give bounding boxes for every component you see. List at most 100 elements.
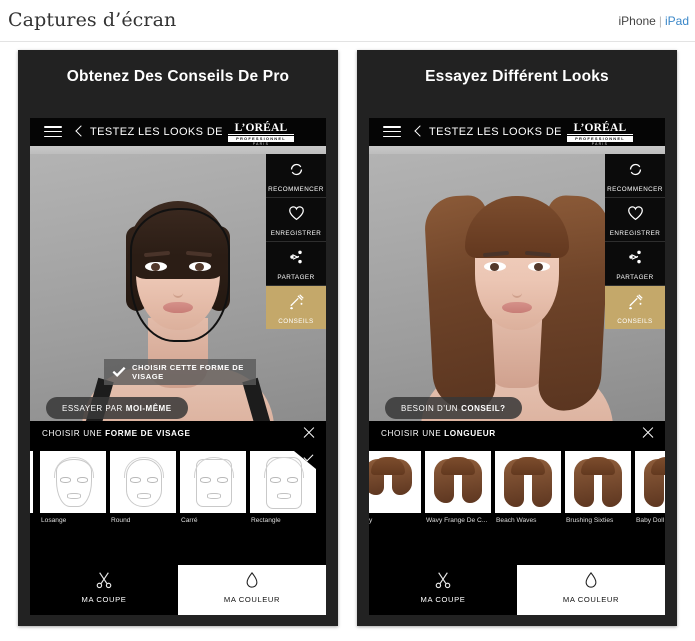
page-header: Captures d’écran iPhone | iPad [0,0,695,42]
device-option-iphone[interactable]: iPhone [618,14,655,28]
tab-ma-coupe[interactable]: MA COUPE [30,565,178,615]
hairstyle-thumb [635,451,665,513]
face-shape-thumb [180,451,246,513]
chevron-left-icon[interactable] [74,125,84,139]
model-eye-left [484,262,506,271]
side-action-conseils[interactable]: CONSEILS [266,286,326,329]
try-myself-button[interactable]: ESSAYER PAR MOI-MÊME [46,397,188,419]
refresh-icon [266,161,326,179]
list-item[interactable]: Carré [178,447,246,524]
selector-bar-1: CHOISIR UNE FORME DE VISAGE [30,421,326,448]
list-item-label: Wavy [369,517,373,524]
droplet-icon [178,569,326,593]
side-action-label: CONSEILS [278,318,314,325]
need-advice-strong: CONSEIL? [461,403,506,413]
try-myself-strong: MOI-MÊME [125,403,172,413]
side-action-label: PARTAGER [277,274,315,281]
share-icon [266,249,326,267]
droplet-icon [517,569,665,593]
device-separator: | [658,14,662,28]
heart-icon [266,205,326,223]
list-item-label: Wavy Frange De C... [426,517,488,524]
side-action-label: ENREGISTRER [270,230,322,237]
side-action-stack-2: RECOMMENCER ENREGISTRER PARTAGER CONSEIL… [605,154,665,329]
side-action-conseils[interactable]: CONSEILS [605,286,665,329]
scissors-icon [369,569,517,593]
loreal-logo: L’ORÉAL PROFESSIONNEL PARIS [567,122,633,147]
model-nose [512,276,522,298]
tab-label: MA COULEUR [562,595,620,604]
tab-ma-couleur[interactable]: MA COULEUR [178,565,326,615]
tab-ma-coupe[interactable]: MA COUPE [369,565,517,615]
tab-label: MA COUPE [81,595,127,604]
list-item-label: Carré [181,517,198,524]
need-advice-prefix: BESOIN D’UN [401,403,459,413]
list-item[interactable]: Beach Waves [493,447,561,524]
page-title: Captures d’écran [8,9,177,31]
carousel-track: Wavy Wavy Frange De C... Beach Waves Bru… [369,447,665,524]
model-eye-right [528,262,550,271]
app-bar: TESTEZ LES LOOKS DE L’ORÉAL PROFESSIONNE… [369,118,665,146]
chevron-left-icon[interactable] [413,125,423,139]
face-shape-thumb [40,451,106,513]
heart-icon [605,205,665,223]
magic-wand-icon [266,293,326,311]
face-shape-overlay [130,208,230,342]
selector-prefix: CHOISIR UNE [42,429,106,438]
tab-label: MA COULEUR [223,595,281,604]
side-action-enregistrer[interactable]: ENREGISTRER [605,198,665,242]
side-action-partager[interactable]: PARTAGER [266,242,326,286]
list-item-selected[interactable]: Rectangle [248,447,316,524]
model-viewport-2: RECOMMENCER ENREGISTRER PARTAGER CONSEIL… [369,146,665,421]
loreal-logo: L’ORÉAL PROFESSIONNEL PARIS [228,122,294,147]
list-item[interactable]: Wavy Frange De C... [423,447,491,524]
list-item[interactable]: Round [108,447,176,524]
hair-length-carousel[interactable]: Wavy Wavy Frange De C... Beach Waves Bru… [369,447,665,536]
hamburger-icon[interactable] [44,126,62,138]
bottom-tab-bar-1: MA COUPE MA COULEUR [30,555,326,615]
screenshots-row: Obtenez Des Conseils De Pro TESTEZ LES L… [0,41,695,641]
side-action-label: CONSEILS [617,318,653,325]
hairstyle-thumb [425,451,491,513]
list-item[interactable]: Wavy [369,447,421,524]
hairstyle-thumb [369,451,421,513]
need-advice-button[interactable]: BESOIN D’UN CONSEIL? [385,397,522,419]
selector-strong: LONGUEUR [444,429,496,438]
carousel-left-edge [30,451,33,513]
tab-ma-couleur[interactable]: MA COULEUR [517,565,665,615]
phone-screen-1: TESTEZ LES LOOKS DE L’ORÉAL PROFESSIONNE… [30,118,326,615]
hairstyle-thumb [495,451,561,513]
face-shape-carousel[interactable]: Losange Round Carré Rectangle [30,447,326,536]
list-item[interactable]: Losange [38,447,106,524]
list-item-label: Round [111,517,131,524]
side-action-stack-1: RECOMMENCER ENREGISTRER PARTAGER CONSEIL… [266,154,326,329]
model-viewport-1: RECOMMENCER ENREGISTRER PARTAGER CONSEIL… [30,146,326,421]
side-action-partager[interactable]: PARTAGER [605,242,665,286]
tab-label: MA COUPE [420,595,466,604]
list-item-label: Beach Waves [496,517,537,524]
close-icon[interactable] [641,426,655,440]
device-option-ipad[interactable]: iPad [665,14,689,28]
screenshot-card-1: Obtenez Des Conseils De Pro TESTEZ LES L… [18,50,338,626]
choose-face-shape-button[interactable]: CHOISIR CETTE FORME DE VISAGE [104,359,256,385]
side-action-enregistrer[interactable]: ENREGISTRER [266,198,326,242]
list-item[interactable]: Baby Doll Sauvage [633,447,665,524]
refresh-icon [605,161,665,179]
model-mouth [502,302,532,313]
selector-strong: FORME DE VISAGE [105,429,191,438]
loreal-brand-sub: PROFESSIONNEL [567,136,633,142]
selector-title: CHOISIR UNE FORME DE VISAGE [42,429,191,438]
face-shape-thumb [250,451,316,513]
list-item[interactable]: Brushing Sixties [563,447,631,524]
selector-title: CHOISIR UNE LONGUEUR [381,429,496,438]
choose-face-shape-label: CHOISIR CETTE FORME DE VISAGE [132,363,244,381]
side-action-recommencer[interactable]: RECOMMENCER [605,154,665,198]
list-item-label: Baby Doll Sauvage [636,517,665,524]
phone-screen-2: TESTEZ LES LOOKS DE L’ORÉAL PROFESSIONNE… [369,118,665,615]
close-icon[interactable] [302,426,316,440]
magic-wand-icon [605,293,665,311]
selector-bar-2: CHOISIR UNE LONGUEUR [369,421,665,448]
hairstyle-thumb [565,451,631,513]
side-action-recommencer[interactable]: RECOMMENCER [266,154,326,198]
hamburger-icon[interactable] [383,126,401,138]
